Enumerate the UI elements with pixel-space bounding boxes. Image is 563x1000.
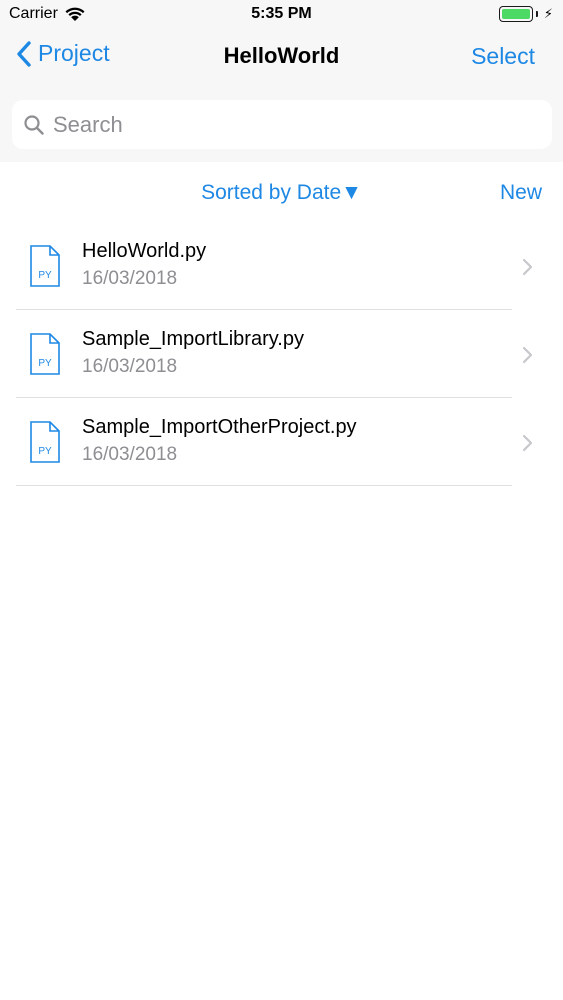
svg-text:PY: PY <box>38 270 52 281</box>
file-row[interactable]: PY HelloWorld.py 16/03/2018 <box>0 222 563 310</box>
file-date: 16/03/2018 <box>82 268 178 289</box>
sort-button: Sorted by Date▼ <box>0 181 563 205</box>
row-divider <box>16 485 512 486</box>
chevron-right-icon <box>522 258 533 276</box>
python-file-icon: PY <box>30 333 60 375</box>
file-name: Sample_ImportLibrary.py <box>82 328 304 350</box>
file-date: 16/03/2018 <box>82 356 178 377</box>
file-date: 16/03/2018 <box>82 444 178 465</box>
navigation-bar: Project HelloWorld Select <box>0 30 563 86</box>
python-file-icon: PY <box>30 245 60 287</box>
status-bar: Carrier 5:35 PM ⚡ <box>0 0 563 30</box>
battery-indicator: ⚡ <box>498 6 553 22</box>
python-file-icon: PY <box>30 421 60 463</box>
chevron-right-icon <box>522 434 533 452</box>
battery-cap <box>535 11 538 17</box>
file-name: HelloWorld.py <box>82 240 207 262</box>
charging-bolt-icon: ⚡ <box>543 6 553 21</box>
battery-level <box>501 9 530 19</box>
file-name: Sample_ImportOtherProject.py <box>82 416 357 438</box>
search-icon <box>24 114 44 135</box>
file-row[interactable]: PY Sample_ImportLibrary.py 16/03/2018 <box>0 310 563 398</box>
new-file-button[interactable]: New <box>500 181 542 205</box>
battery-icon <box>498 6 533 22</box>
search-bar[interactable] <box>12 100 552 149</box>
select-button[interactable]: Select <box>471 43 535 70</box>
file-row[interactable]: PY Sample_ImportOtherProject.py 16/03/20… <box>0 398 563 486</box>
sort-label[interactable]: Sorted by Date▼ <box>201 181 362 204</box>
svg-text:PY: PY <box>38 358 52 369</box>
file-list: PY HelloWorld.py 16/03/2018 PY Sample_Im… <box>0 222 563 486</box>
svg-text:PY: PY <box>38 446 52 457</box>
status-time: 5:35 PM <box>251 5 312 22</box>
chevron-right-icon <box>522 346 533 364</box>
search-input[interactable] <box>53 111 533 138</box>
